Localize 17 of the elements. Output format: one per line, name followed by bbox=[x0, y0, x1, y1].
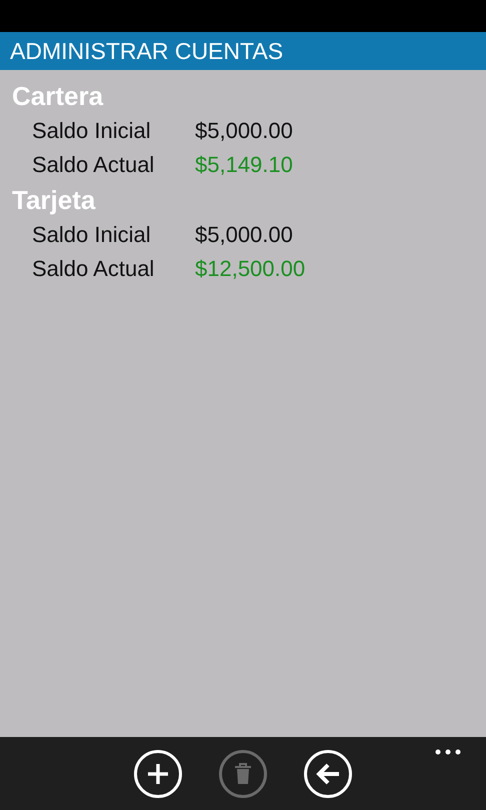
balance-value: $5,000.00 bbox=[195, 221, 293, 249]
plus-icon bbox=[146, 762, 170, 786]
account-name: Tarjeta bbox=[12, 184, 96, 217]
back-button[interactable] bbox=[304, 750, 352, 798]
balance-value: $5,000.00 bbox=[195, 117, 293, 145]
balance-label: Saldo Actual bbox=[32, 151, 156, 179]
trash-icon bbox=[234, 763, 252, 785]
page-title: ADMINISTRAR CUENTAS bbox=[10, 38, 284, 64]
balance-label: Saldo Inicial bbox=[32, 221, 152, 249]
left-arrow-icon bbox=[315, 763, 341, 785]
balance-label: Saldo Inicial bbox=[32, 117, 152, 145]
balance-value: $5,149.10 bbox=[195, 151, 293, 179]
account-name: Cartera bbox=[12, 80, 104, 113]
balance-value: $12,500.00 bbox=[195, 255, 306, 283]
more-icon[interactable] bbox=[435, 749, 461, 755]
add-button[interactable] bbox=[134, 750, 182, 798]
balance-label: Saldo Actual bbox=[32, 255, 156, 283]
